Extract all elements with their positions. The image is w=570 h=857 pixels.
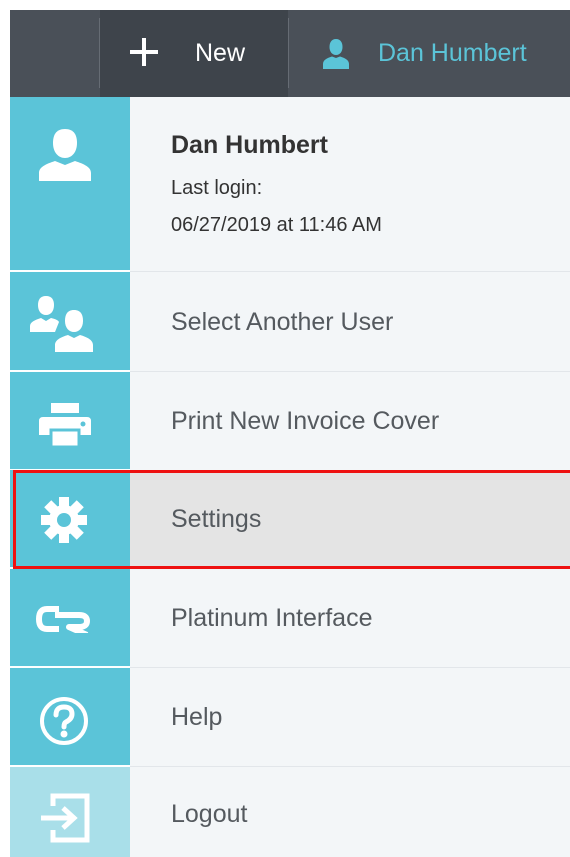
logout-icon-cell[interactable]	[10, 767, 130, 857]
menu-item-help[interactable]: Help	[130, 668, 570, 767]
menu-item-label: Logout	[171, 800, 248, 828]
cr-logo-icon-cell[interactable]	[10, 569, 130, 668]
printer-icon	[39, 403, 91, 447]
last-login-label: Last login:	[171, 177, 263, 199]
user-avatar-icon	[39, 129, 91, 181]
gear-icon-cell[interactable]	[10, 470, 130, 569]
user-icon	[323, 39, 349, 69]
menu-item-platinum-interface[interactable]: Platinum Interface	[130, 569, 570, 668]
user-menu-button[interactable]: Dan Humbert	[289, 10, 570, 97]
menu-item-print-new-invoice-cover[interactable]: Print New Invoice Cover	[130, 372, 570, 471]
users-icon-cell[interactable]	[10, 272, 130, 372]
logout-icon	[41, 793, 90, 843]
new-button-label: New	[195, 39, 246, 67]
profile-info: Dan Humbert Last login: 06/27/2019 at 11…	[130, 97, 570, 272]
menu-item-label: Settings	[171, 505, 262, 533]
menu-item-label: Platinum Interface	[171, 604, 373, 632]
menu-item-logout[interactable]: Logout	[130, 767, 570, 857]
user-menu-label: Dan Humbert	[378, 39, 527, 67]
menu-item-label: Print New Invoice Cover	[171, 407, 440, 435]
profile-icon-cell	[10, 97, 130, 272]
top-bar: New Dan Humbert	[10, 10, 570, 97]
app-frame: New Dan Humbert Dan Humbert Last login: …	[10, 10, 570, 857]
cr-logo-icon	[35, 606, 90, 633]
help-icon	[40, 697, 88, 745]
plus-icon	[130, 38, 158, 66]
users-icon	[30, 296, 93, 352]
profile-name: Dan Humbert	[171, 131, 328, 159]
menu-item-label: Select Another User	[171, 308, 394, 336]
menu-item-settings[interactable]: Settings	[130, 470, 570, 569]
new-button[interactable]: New	[100, 10, 288, 97]
menu-item-select-another-user[interactable]: Select Another User	[130, 272, 570, 372]
menu-item-label: Help	[171, 703, 223, 731]
user-dropdown-menu: Dan Humbert Last login: 06/27/2019 at 11…	[10, 97, 570, 857]
printer-icon-cell[interactable]	[10, 372, 130, 471]
gear-icon	[41, 497, 87, 543]
last-login-value: 06/27/2019 at 11:46 AM	[171, 214, 382, 236]
help-icon-cell[interactable]	[10, 668, 130, 767]
